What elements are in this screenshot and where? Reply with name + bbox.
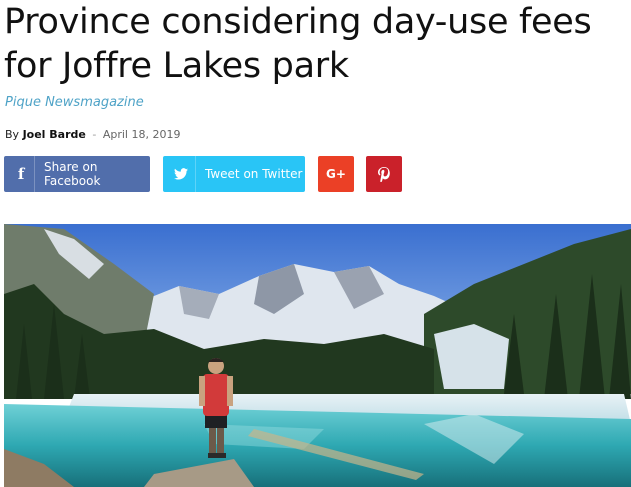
publish-date: April 18, 2019 (102, 128, 181, 141)
share-facebook-label: Share on Facebook (44, 160, 101, 188)
tweet-twitter-label: Tweet on Twitter (205, 167, 303, 181)
button-divider (34, 156, 36, 192)
share-google-plus-button[interactable]: G+ (318, 156, 354, 192)
article-hero-image[interactable] (4, 224, 631, 487)
byline-prefix: By (5, 128, 20, 141)
author-name[interactable]: Joel Barde (23, 128, 86, 141)
byline-separator: - (92, 128, 97, 141)
button-divider (195, 156, 196, 192)
pinterest-icon (366, 156, 402, 192)
tweet-twitter-button[interactable]: Tweet on Twitter (163, 156, 305, 192)
twitter-icon (167, 156, 195, 192)
article-headline: Province considering day-use fees for Jo… (4, 2, 592, 86)
facebook-icon: f (17, 165, 25, 183)
share-pinterest-button[interactable] (366, 156, 402, 192)
google-plus-icon: G+ (326, 167, 346, 181)
source-name[interactable]: Pique Newsmagazine (5, 95, 144, 110)
byline: By Joel Barde - April 18, 2019 (5, 128, 180, 141)
lake-landscape-photo (4, 224, 631, 487)
share-facebook-button[interactable]: f Share on Facebook (4, 156, 150, 192)
